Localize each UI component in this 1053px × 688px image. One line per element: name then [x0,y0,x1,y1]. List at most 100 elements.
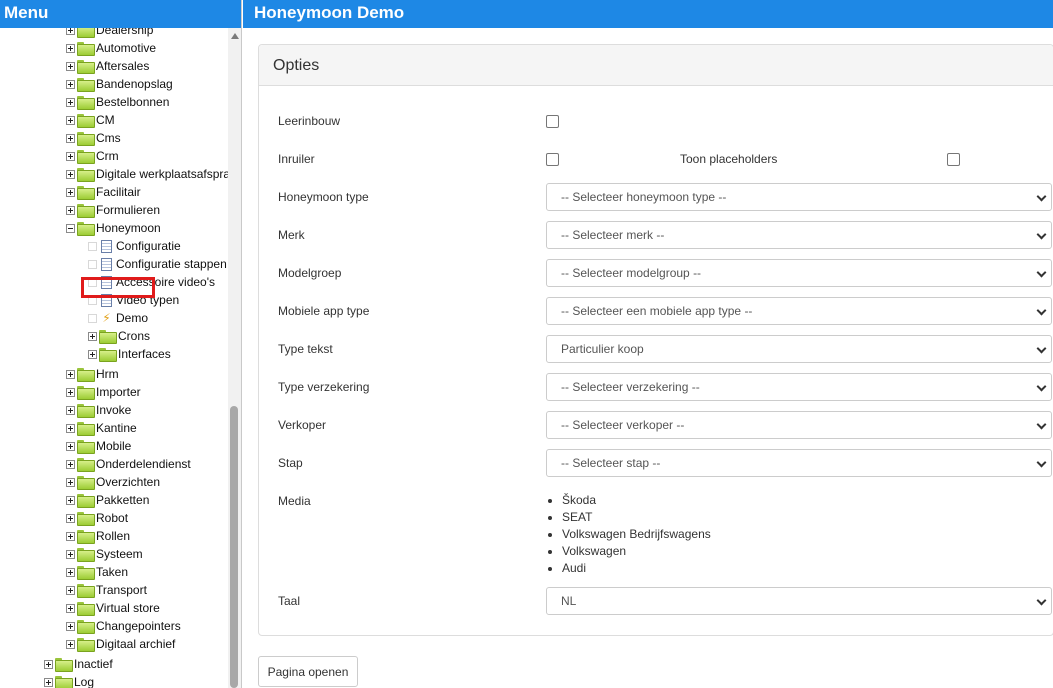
expand-icon[interactable] [88,331,97,341]
options-panel: Opties Leerinbouw Inruiler Toon placehol… [258,44,1053,636]
tree-node[interactable]: Rollen [66,527,130,545]
tree-node[interactable]: Formulieren [66,201,160,219]
tree-node[interactable]: CM [66,111,115,129]
expand-icon[interactable] [66,369,75,379]
row-leerinbouw: Leerinbouw [259,105,1053,137]
expand-icon[interactable] [66,79,75,89]
merk-select[interactable]: -- Selecteer merk -- [546,221,1052,249]
tree-node[interactable]: Log [44,673,94,688]
expand-icon[interactable] [66,169,75,179]
expand-icon[interactable] [66,187,75,197]
toon-placeholders-checkbox[interactable] [947,153,960,166]
expand-icon[interactable] [66,567,75,577]
expand-icon[interactable] [66,495,75,505]
expand-icon[interactable] [66,441,75,451]
expand-icon[interactable] [66,423,75,433]
leerinbouw-checkbox[interactable] [546,115,559,128]
tree-node[interactable]: Configuratie stappen [88,255,227,273]
mobiele-app-type-select[interactable]: -- Selecteer een mobiele app type -- [546,297,1052,325]
tree-node[interactable]: Transport [66,581,147,599]
open-page-button[interactable]: Pagina openen [258,656,358,687]
tree-node[interactable]: Inactief [44,655,113,673]
tree-node[interactable]: Bandenopslag [66,75,173,93]
type-verzekering-select[interactable]: -- Selecteer verzekering -- [546,373,1052,401]
modelgroep-select[interactable]: -- Selecteer modelgroup -- [546,259,1052,287]
tree-node-label: Systeem [96,547,143,561]
expand-icon[interactable] [66,405,75,415]
tree-node[interactable]: Onderdelendienst [66,455,191,473]
expand-icon[interactable] [66,513,75,523]
expand-icon[interactable] [66,151,75,161]
expand-icon[interactable] [66,28,75,35]
expand-icon[interactable] [66,97,75,107]
action-icon: ⚡ [102,310,111,325]
folder-icon [77,404,95,418]
tree-node[interactable]: Facilitair [66,183,141,201]
expand-icon[interactable] [66,387,75,397]
expand-icon[interactable] [44,677,53,687]
page-title: Honeymoon Demo [243,0,1053,28]
verkoper-label: Verkoper [278,418,327,432]
tree-node[interactable]: Bestelbonnen [66,93,169,111]
tree-node[interactable]: Kantine [66,419,137,437]
row-type-tekst: Type tekst Particulier koop [259,333,1053,365]
tree-node[interactable]: ⚡ Demo [88,309,148,327]
tree-node[interactable]: Changepointers [66,617,181,635]
folder-icon [77,222,95,236]
tree-node[interactable]: Mobile [66,437,131,455]
tree-node[interactable]: Crons [88,327,150,345]
tree-node[interactable]: Importer [66,383,141,401]
expand-icon[interactable] [66,531,75,541]
tree-node[interactable]: Robot [66,509,128,527]
tree-node[interactable]: Cms [66,129,121,147]
tree-node-label: Dealership [96,28,154,37]
tree-node[interactable]: Overzichten [66,473,160,491]
tree-node[interactable]: Digitaal archief [66,635,175,653]
type-tekst-select[interactable]: Particulier koop [546,335,1052,363]
tree-node[interactable]: Automotive [66,39,156,57]
tree-node[interactable]: Taken [66,563,128,581]
tree-node-label: Configuratie stappen [116,257,227,271]
honeymoon-type-select[interactable]: -- Selecteer honeymoon type -- [546,183,1052,211]
stap-select[interactable]: -- Selecteer stap -- [546,449,1052,477]
tree-node[interactable]: Dealership [66,28,153,39]
tree-node[interactable]: Aftersales [66,57,149,75]
tree-node[interactable]: Pakketten [66,491,149,509]
expand-icon[interactable] [66,459,75,469]
expand-icon[interactable] [66,585,75,595]
tree-node[interactable]: Virtual store [66,599,160,617]
collapse-icon[interactable] [66,223,75,233]
expand-icon[interactable] [66,61,75,71]
tree-node[interactable]: Configuratie [88,237,181,255]
tree-node[interactable]: Honeymoon [66,219,161,237]
folder-icon [77,150,95,164]
scroll-up-arrow-icon[interactable] [231,33,239,39]
panel-title: Opties [259,45,1053,86]
row-taal: Taal NL [259,585,1053,617]
tree-node[interactable]: Hrm [66,365,119,383]
expand-icon[interactable] [66,549,75,559]
inruiler-checkbox[interactable] [546,153,559,166]
tree-node[interactable]: Invoke [66,401,131,419]
expand-icon[interactable] [66,133,75,143]
expand-icon[interactable] [66,115,75,125]
expand-icon[interactable] [66,205,75,215]
folder-icon [77,114,95,128]
expand-icon[interactable] [66,43,75,53]
tree-node[interactable]: Digitale werkplaatsafspra [66,165,228,183]
taal-select[interactable]: NL [546,587,1052,615]
tree-node[interactable]: Systeem [66,545,143,563]
expand-icon[interactable] [66,621,75,631]
expand-icon[interactable] [44,659,53,669]
tree-node-label: Demo [116,311,149,325]
verkoper-select[interactable]: -- Selecteer verkoper -- [546,411,1052,439]
scroll-thumb[interactable] [230,406,238,688]
chevron-down-icon [1036,381,1047,392]
expand-icon[interactable] [66,639,75,649]
menu-scrollbar[interactable] [228,28,241,688]
tree-node[interactable]: Interfaces [88,345,171,363]
expand-icon[interactable] [66,603,75,613]
expand-icon[interactable] [88,349,97,359]
expand-icon[interactable] [66,477,75,487]
tree-node[interactable]: Crm [66,147,119,165]
